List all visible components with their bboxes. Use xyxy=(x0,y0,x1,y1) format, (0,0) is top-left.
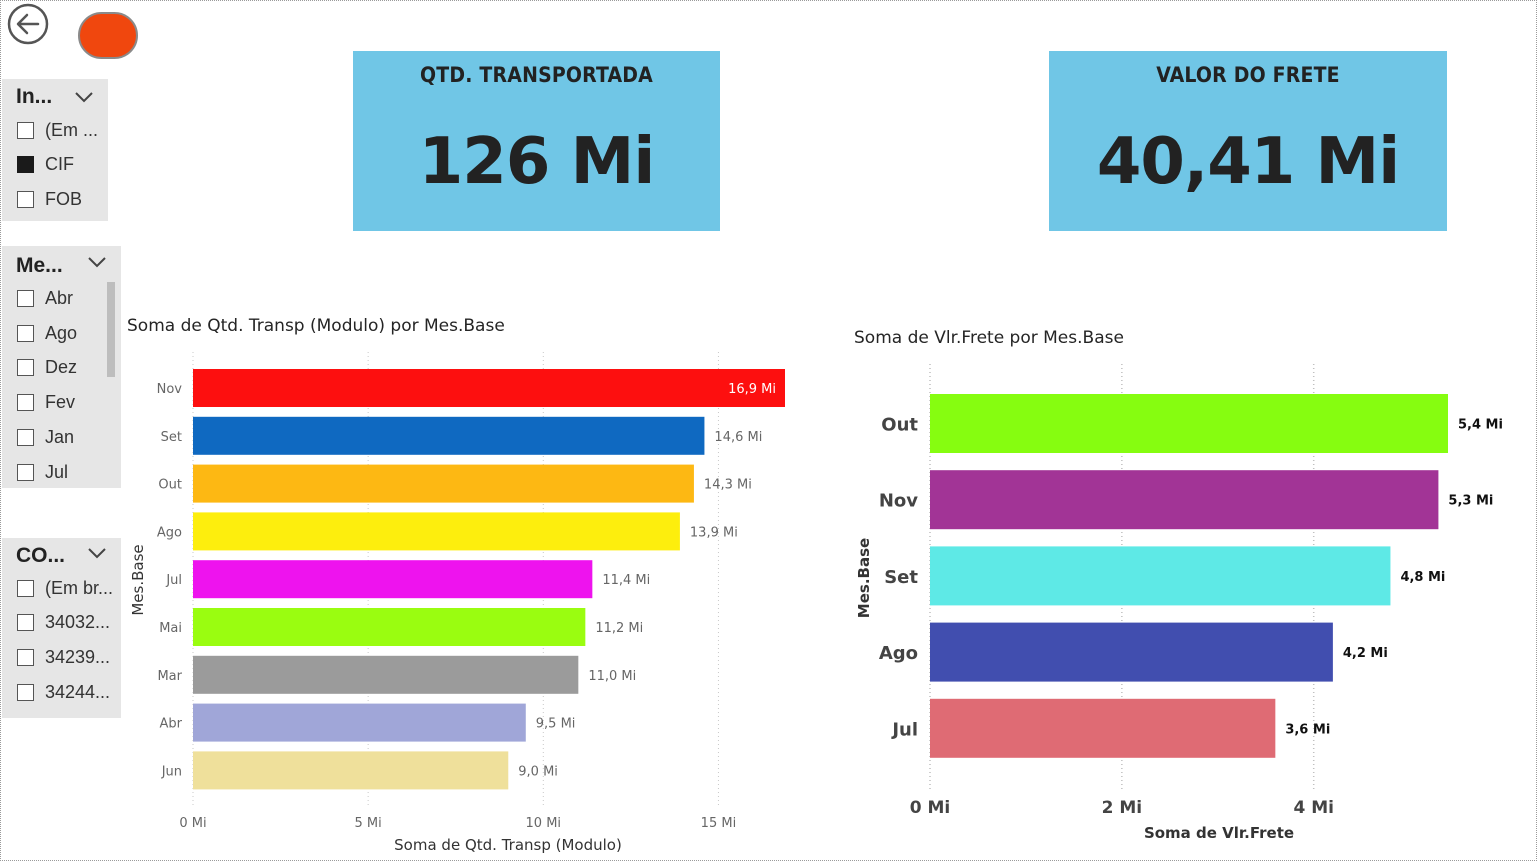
y-category-label: Ago xyxy=(157,525,182,540)
bar[interactable] xyxy=(193,703,526,742)
y-category-label: Ago xyxy=(879,643,918,664)
bar[interactable] xyxy=(193,608,586,646)
data-label: 11,4 Mi xyxy=(602,573,650,588)
bar[interactable] xyxy=(193,369,785,407)
y-category-label: Jun xyxy=(161,764,182,779)
data-label: 5,4 Mi xyxy=(1458,418,1503,433)
x-axis-title: Soma de Vlr.Frete xyxy=(1144,824,1294,842)
y-category-label: Mai xyxy=(159,621,182,636)
y-category-label: Nov xyxy=(157,382,183,397)
y-category-label: Nov xyxy=(879,491,918,512)
y-category-label: Abr xyxy=(160,717,183,732)
y-category-label: Set xyxy=(884,567,918,588)
x-tick-label: 2 Mi xyxy=(1102,798,1143,818)
bar[interactable] xyxy=(930,394,1448,453)
y-category-label: Out xyxy=(881,415,918,436)
data-label: 5,3 Mi xyxy=(1448,494,1493,509)
data-label: 4,8 Mi xyxy=(1400,570,1445,585)
bar[interactable] xyxy=(193,512,680,551)
y-category-label: Out xyxy=(158,478,182,493)
x-axis-title: Soma de Qtd. Transp (Modulo) xyxy=(394,836,622,854)
data-label: 9,0 Mi xyxy=(518,764,558,779)
y-category-label: Mar xyxy=(157,669,182,684)
y-category-label: Set xyxy=(161,430,182,445)
bar[interactable] xyxy=(193,751,509,790)
bar[interactable] xyxy=(930,622,1333,682)
y-axis-title: Mes.Base xyxy=(855,538,873,618)
data-label: 4,2 Mi xyxy=(1343,646,1388,661)
x-tick-label: 0 Mi xyxy=(179,816,206,831)
x-tick-label: 5 Mi xyxy=(355,816,382,831)
bar[interactable] xyxy=(193,464,694,503)
data-label: 11,2 Mi xyxy=(595,621,643,636)
bar[interactable] xyxy=(930,698,1276,758)
bar[interactable] xyxy=(193,416,705,455)
data-label: 14,3 Mi xyxy=(704,478,752,493)
data-label: 14,6 Mi xyxy=(714,430,762,445)
x-tick-label: 0 Mi xyxy=(910,798,951,818)
bar-chart-qtd-transp[interactable]: 0 Mi 5 Mi 10 Mi 15 Mi Nov 16,9 Mi Set 14,6 Mi Ou… xyxy=(0,0,1537,861)
y-category-label: Jul xyxy=(890,719,918,740)
x-tick-label: 10 Mi xyxy=(526,816,562,831)
bar[interactable] xyxy=(193,655,579,694)
bar[interactable] xyxy=(193,560,593,599)
data-label: 9,5 Mi xyxy=(536,717,576,732)
data-label: 16,9 Mi xyxy=(728,382,776,397)
data-label: 13,9 Mi xyxy=(690,525,738,540)
bar[interactable] xyxy=(930,470,1439,530)
x-tick-label: 4 Mi xyxy=(1293,798,1334,818)
y-category-label: Jul xyxy=(165,573,182,588)
y-axis-title: Mes.Base xyxy=(129,544,147,615)
data-label: 11,0 Mi xyxy=(588,669,636,684)
data-label: 3,6 Mi xyxy=(1285,722,1330,737)
bar[interactable] xyxy=(930,546,1391,606)
x-tick-label: 15 Mi xyxy=(701,816,737,831)
